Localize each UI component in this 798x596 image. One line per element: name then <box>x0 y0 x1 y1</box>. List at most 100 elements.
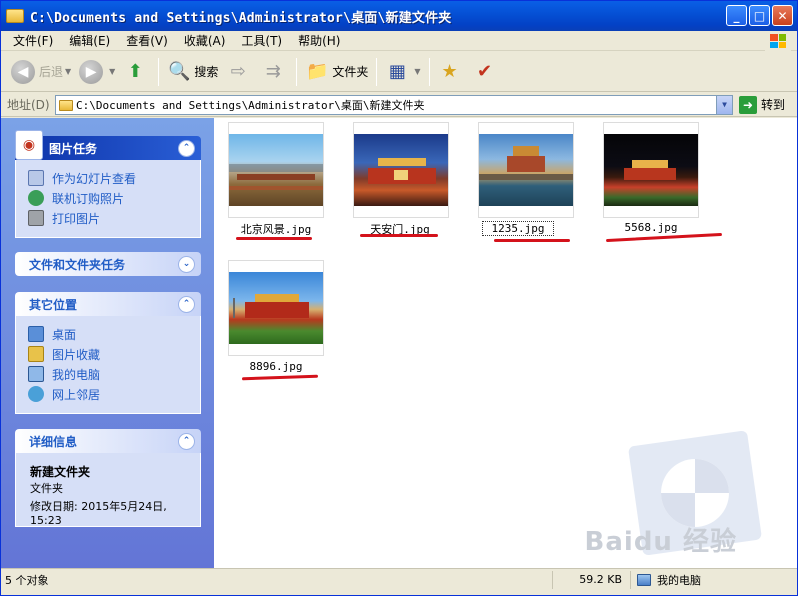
menu-help[interactable]: 帮助(H) <box>290 32 348 49</box>
favorites-folder-icon: ★ <box>441 61 458 82</box>
file-name[interactable]: 北京风景.jpg <box>221 221 331 237</box>
maximize-button[interactable]: □ <box>749 5 770 26</box>
photo-corner-tower <box>479 134 573 206</box>
place-desktop-label: 桌面 <box>52 327 77 342</box>
file-name-selected[interactable]: 1235.jpg <box>482 221 554 236</box>
other-places-body: 桌面 图片收藏 我的电脑 网上邻居 <box>15 316 201 414</box>
place-my-pictures[interactable]: 图片收藏 <box>28 344 190 364</box>
photo-tiananmen-night <box>354 134 448 206</box>
menu-favorites[interactable]: 收藏(A) <box>176 32 234 49</box>
file-tasks-title: 文件和文件夹任务 <box>29 257 126 272</box>
menu-view[interactable]: 查看(V) <box>118 32 176 49</box>
explorer-window: C:\Documents and Settings\Administrator\… <box>0 0 798 596</box>
title-bar[interactable]: C:\Documents and Settings\Administrator\… <box>1 1 797 31</box>
other-places-panel: 其它位置 ⌃ 桌面 图片收藏 我的电脑 网上邻居 <box>15 292 201 414</box>
go-label: 转到 <box>761 98 786 112</box>
task-print[interactable]: 打印图片 <box>28 208 190 228</box>
menu-file[interactable]: 文件(F) <box>5 32 61 49</box>
close-button[interactable]: ✕ <box>772 5 793 26</box>
file-name[interactable]: 5568.jpg <box>596 221 706 234</box>
details-header[interactable]: 详细信息 ⌃ <box>15 429 201 453</box>
forward-button[interactable]: ▶ ▼ <box>75 56 119 88</box>
expand-chevron-icon[interactable]: ⌄ <box>178 255 195 273</box>
camera-icon: ◉ <box>15 130 43 160</box>
place-my-computer-label: 我的电脑 <box>52 367 101 382</box>
desktop-icon <box>28 326 44 342</box>
properties-button[interactable]: ✔ <box>469 56 504 88</box>
toolbar-separator <box>158 57 160 86</box>
window-controls: _ □ ✕ <box>726 5 793 26</box>
views-button[interactable]: ▦ ▼ <box>381 56 424 88</box>
folders-label: 文件夹 <box>332 65 369 79</box>
toolbar: ◀ 后退 ▼ ▶ ▼ ⬆ 🔍 搜索 ⇨ ⇉ 📁 文件夹 ▦ ▼ ★ ✔ <box>1 52 797 92</box>
picture-tasks-panel: ◉ 图片任务 ⌃ 作为幻灯片查看 联机订购照片 打印图片 <box>15 130 201 238</box>
search-label: 搜索 <box>194 65 219 79</box>
task-slideshow[interactable]: 作为幻灯片查看 <box>28 168 190 188</box>
task-order-prints-label: 联机订购照片 <box>52 191 125 206</box>
back-button[interactable]: ◀ 后退 ▼ <box>7 56 75 88</box>
details-title: 详细信息 <box>29 434 78 449</box>
task-pane: ◉ 图片任务 ⌃ 作为幻灯片查看 联机订购照片 打印图片 文件和文件夹任务 ⌄ … <box>1 118 214 568</box>
my-computer-icon <box>28 366 44 382</box>
menu-tools[interactable]: 工具(T) <box>233 32 290 49</box>
folder-icon <box>59 99 73 111</box>
annotation-underline <box>494 239 570 242</box>
file-thumbnail[interactable] <box>478 122 574 218</box>
baidu-watermark: Baidu 经验 <box>584 527 737 557</box>
collapse-chevron-icon[interactable]: ⌃ <box>178 139 195 157</box>
toolbar-separator <box>376 57 378 86</box>
file-thumbnail[interactable] <box>353 122 449 218</box>
place-network[interactable]: 网上邻居 <box>28 384 190 404</box>
annotation-underline <box>606 232 722 243</box>
address-dropdown-button[interactable]: ▼ <box>716 95 732 114</box>
file-name[interactable]: 8896.jpg <box>221 360 331 373</box>
back-label: 后退 <box>39 65 64 79</box>
other-places-header[interactable]: 其它位置 ⌃ <box>15 292 201 316</box>
dropdown-arrow-icon: ▼ <box>65 67 72 76</box>
file-tasks-header[interactable]: 文件和文件夹任务 ⌄ <box>15 252 201 276</box>
checklist-icon: ✔ <box>476 61 493 82</box>
collapse-chevron-icon[interactable]: ⌃ <box>178 432 195 450</box>
collapse-chevron-icon[interactable]: ⌃ <box>178 295 195 313</box>
folder-icon <box>6 9 24 23</box>
file-thumbnail[interactable] <box>228 260 324 356</box>
up-folder-icon: ⬆ <box>127 61 143 82</box>
file-view[interactable]: 北京风景.jpg 天安门.jpg 1235.jpg 5568.jpg 8896.… <box>214 118 797 568</box>
address-label: 地址(D) <box>7 98 50 112</box>
window-title: C:\Documents and Settings\Administrator\… <box>30 10 452 26</box>
address-input[interactable]: C:\Documents and Settings\Administrator\… <box>55 94 733 115</box>
my-pictures-icon <box>28 346 44 362</box>
place-desktop[interactable]: 桌面 <box>28 324 190 344</box>
copy-to-icon: ⇉ <box>265 61 281 82</box>
annotation-underline <box>241 374 319 381</box>
place-my-pictures-label: 图片收藏 <box>52 347 101 362</box>
slideshow-icon <box>28 170 44 186</box>
menu-bar: 文件(F) 编辑(E) 查看(V) 收藏(A) 工具(T) 帮助(H) <box>1 31 797 51</box>
file-thumbnail[interactable] <box>603 122 699 218</box>
address-path: C:\Documents and Settings\Administrator\… <box>76 98 425 112</box>
dropdown-arrow-icon: ▼ <box>109 67 116 76</box>
status-bar: 5 个对象 59.2 KB 我的电脑 <box>1 568 797 590</box>
search-button[interactable]: 🔍 搜索 <box>163 56 222 88</box>
copy-to-button[interactable]: ⇉ <box>257 56 292 88</box>
task-order-prints[interactable]: 联机订购照片 <box>28 188 190 208</box>
picture-tasks-title: 图片任务 <box>49 141 98 156</box>
file-tasks-panel: 文件和文件夹任务 ⌄ <box>15 252 201 276</box>
windows-logo-icon <box>765 31 791 51</box>
move-to-button[interactable]: ⇨ <box>222 56 257 88</box>
file-thumbnail[interactable] <box>228 122 324 218</box>
folders-button[interactable]: 📁 文件夹 <box>301 56 372 88</box>
menu-edit[interactable]: 编辑(E) <box>61 32 118 49</box>
details-name: 新建文件夹 <box>30 465 91 479</box>
status-count: 5 个对象 <box>1 570 553 589</box>
go-button[interactable]: ➜ 转到 <box>739 95 786 114</box>
status-location-label: 我的电脑 <box>657 573 701 587</box>
my-computer-icon <box>637 573 651 586</box>
photo-tiananmen-day <box>229 272 323 344</box>
address-bar: 地址(D) C:\Documents and Settings\Administ… <box>1 93 797 117</box>
place-my-computer[interactable]: 我的电脑 <box>28 364 190 384</box>
details-type: 文件夹 <box>30 482 63 495</box>
up-folder-button[interactable]: ⬆ <box>119 56 154 88</box>
favorites-folder-button[interactable]: ★ <box>434 56 469 88</box>
minimize-button[interactable]: _ <box>726 5 747 26</box>
